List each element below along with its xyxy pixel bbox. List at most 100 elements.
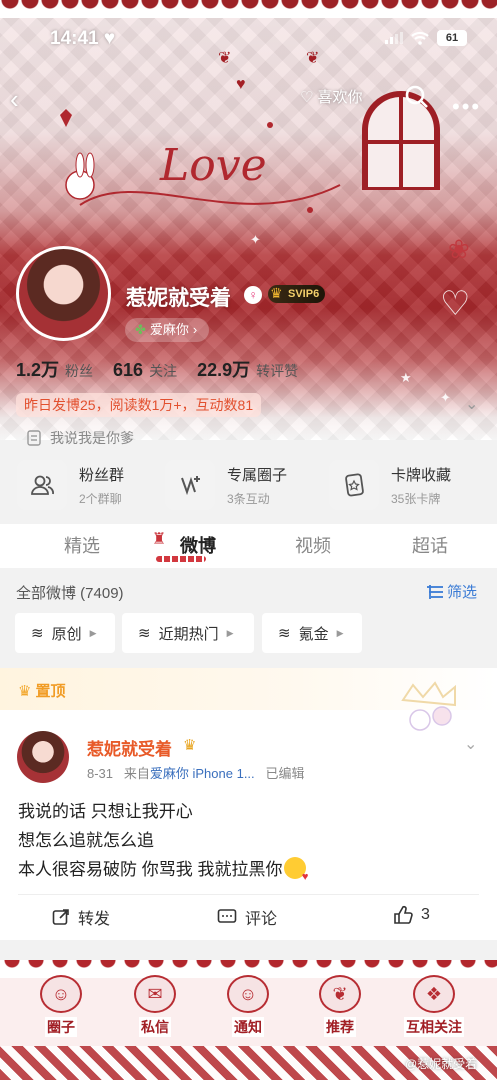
profile-stats: 1.2万 粉丝 616 关注 22.9万 转评赞 [16,356,298,382]
like-post-button[interactable]: 3 [393,905,430,925]
bottom-nav-recommend[interactable]: ❦ 推荐 [300,975,380,1037]
post-date: 8-31 [87,766,114,781]
post-author-name[interactable]: 惹妮就受着 [87,735,172,760]
post-line: 想怎么追就怎么追 [18,831,154,850]
feature-title: 粉丝群 [79,466,125,484]
pinned-label: ♛ 置顶 [18,682,66,701]
stat-followers[interactable]: 1.2万 粉丝 [16,356,93,382]
search-button[interactable] [404,84,430,115]
expand-chevron-icon[interactable]: ⌄ [465,394,478,414]
bottom-nav-circle[interactable]: ☺ 圈子 [21,975,101,1037]
bottom-nav-messages[interactable]: ✉ 私信 [115,975,195,1037]
post-options-chevron-icon[interactable]: ⌄ [464,734,477,754]
caret-right-icon: ▶ [336,627,344,638]
bow-decoration: ❦ [306,50,320,67]
bottom-nav-mutual-follow[interactable]: ❖ 互相关注 [394,975,474,1037]
like-count: 3 [421,906,430,923]
heart-decoration: ♥ [236,76,246,93]
post-source[interactable]: 爱麻你 iPhone 1... [150,766,255,781]
like-label: 喜欢你 [317,89,363,106]
comment-label: 评论 [245,911,278,928]
chip-recent-hot[interactable]: ≋ 近期热门 ▶ [122,613,254,653]
clover-icon: ✤ [135,322,146,337]
comment-button[interactable]: 评论 [217,905,277,929]
hand-heart-icon: ♡ [300,88,314,106]
battery-indicator: 61 [437,30,467,46]
female-gender-icon: ♀ [244,286,262,304]
repost-icon [52,909,69,925]
chip-krypton[interactable]: ≋ 氪金 ▶ [262,613,362,653]
layers-icon: ≋ [278,625,291,642]
feature-exclusive-circle[interactable]: 专属圈子 3条互动 [165,460,287,510]
circle-icon: ☺ [40,975,82,1013]
feature-card-collection[interactable]: 卡牌收藏 35张卡牌 [329,460,451,510]
star-decoration: ✦ [440,390,451,405]
banner-art-text: Love [159,140,267,191]
lace-decoration [0,0,497,18]
like-button[interactable]: ♡ 喜欢你 [300,86,362,107]
cake-decoration-icon: ♜ [152,531,167,548]
status-icons: 61 [385,30,467,46]
tab-super-topic[interactable]: 超话 [412,532,448,558]
feature-title: 专属圈子 [227,466,288,484]
watermark: @惹妮就受着 [405,1057,478,1071]
profile-bio[interactable]: 我说我是你爹 [26,428,134,448]
back-button[interactable]: ‹ [10,84,19,115]
bottom-nav-label: 互相关注 [404,1017,464,1037]
heart-frame-decoration: ♡ [440,285,471,323]
post-meta: 8-31 来自爱麻你 iPhone 1... 已编辑 [87,763,305,782]
notification-icon: ☺ [227,975,269,1013]
chip-label: 原创 [51,625,82,643]
more-dots-icon: ••• [452,94,482,119]
chip-label: 近期热门 [158,625,219,643]
circle-icon [165,460,215,510]
layers-icon: ≋ [31,625,44,642]
chevron-left-icon: ‹ [10,84,19,114]
bio-text: 我说我是你爹 [50,430,134,446]
profile-avatar[interactable] [16,246,111,341]
wifi-icon [411,31,429,45]
filter-label: 筛选 [447,584,478,601]
fan-tag-label: 爱麻你 [149,322,189,337]
bottom-nav-notifications[interactable]: ☺ 通知 [208,975,288,1037]
caret-right-icon: ▶ [226,627,234,638]
message-icon: ✉ [134,975,176,1013]
vip-badge-icon: ♛ [183,737,197,754]
mutual-follow-icon: ❖ [413,975,455,1013]
all-weibo-count: 全部微博 (7409) [16,585,124,602]
svip-label: SVIP6 [288,288,320,300]
bottom-nav-label: 推荐 [324,1017,356,1037]
crown-icon: ♛ [270,285,283,301]
sheep-decoration [401,681,456,731]
caret-right-icon: ▶ [89,627,97,638]
feature-subtitle: 2个群聊 [79,491,122,506]
fan-tag[interactable]: ✤ 爱麻你 › [125,318,210,342]
active-tab-indicator [156,556,206,562]
stat-interactions[interactable]: 22.9万 转评赞 [197,356,298,382]
post-author-avatar[interactable] [17,731,69,783]
tab-featured[interactable]: 精选 [64,532,100,558]
bottom-nav-label: 私信 [139,1017,171,1037]
star-decoration: ★ [400,370,412,385]
layers-icon: ≋ [138,625,151,642]
tab-video[interactable]: 视频 [295,532,331,558]
crown-icon: ♛ [18,682,32,700]
chip-label: 氪金 [298,625,329,643]
search-icon [405,85,428,108]
feature-fan-group[interactable]: 粉丝群 2个群聊 [17,460,124,510]
repost-button[interactable]: 转发 [52,905,110,929]
tab-weibo[interactable]: 微博 [180,532,216,558]
post-source-prefix: 来自 [123,766,150,781]
more-button[interactable]: ••• [452,94,481,120]
gift-decoration: ❀ [448,234,470,264]
stat-following[interactable]: 616 关注 [113,360,177,381]
chip-original[interactable]: ≋ 原创 ▶ [15,613,115,653]
post-line: 我说的话 只想让我开心 [18,802,193,821]
svip-badge[interactable]: ♛ SVIP6 [268,285,326,303]
divider [18,894,479,895]
activity-summary[interactable]: 昨日发博25，阅读数1万+，互动数81 [16,393,262,417]
post-edited: 已编辑 [265,766,305,781]
filter-button[interactable]: 筛选 [426,581,477,602]
bottom-nav-label: 通知 [232,1017,264,1037]
card-icon [329,460,379,510]
